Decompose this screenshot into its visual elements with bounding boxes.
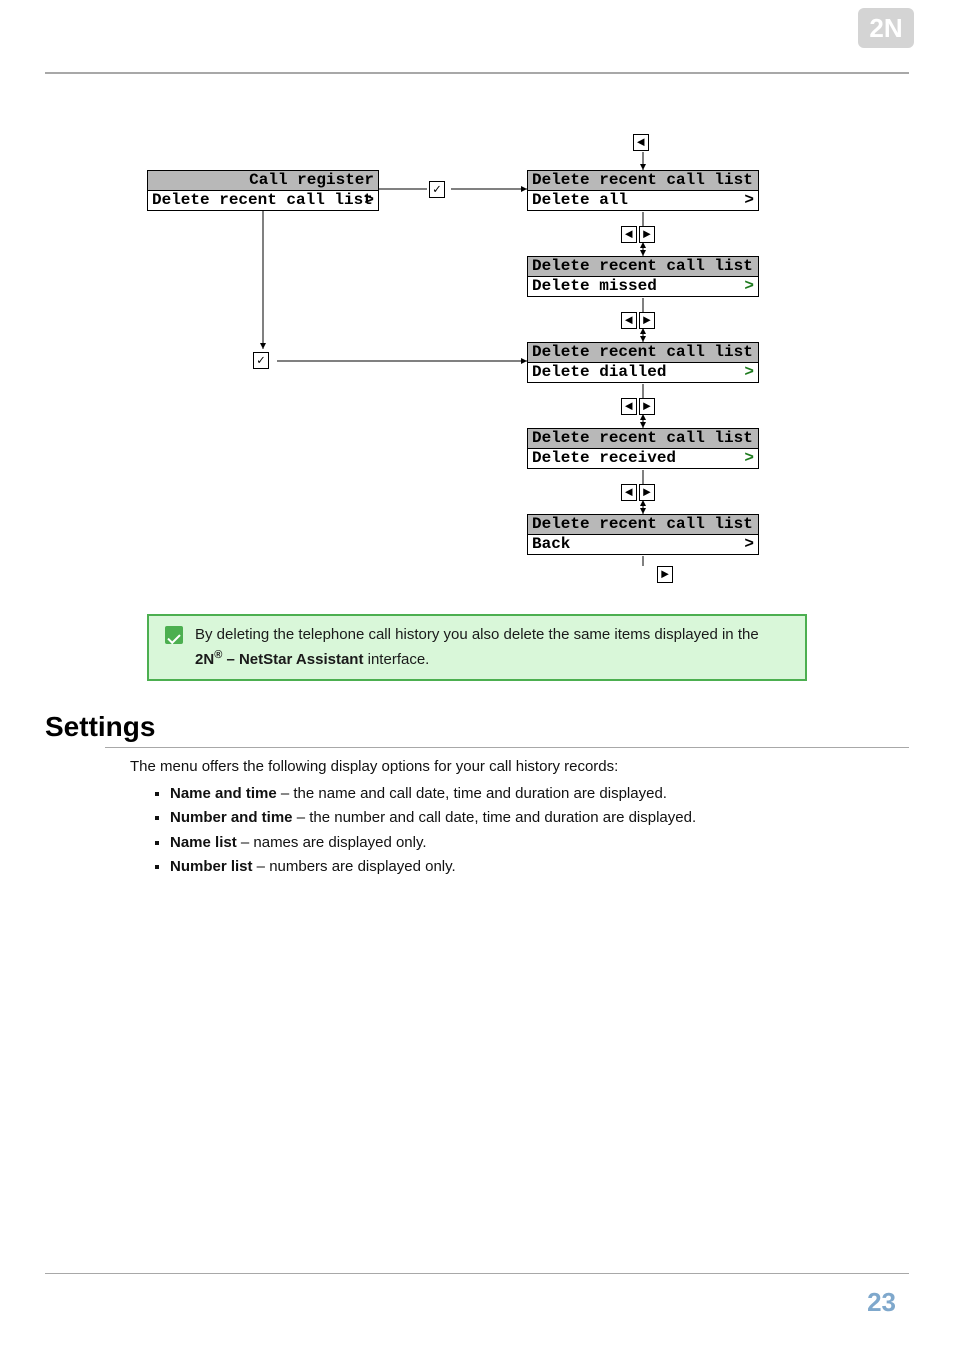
list-item: Name and time – the name and call date, … (170, 783, 909, 806)
svg-text:2N: 2N (869, 13, 902, 43)
check-icon (165, 626, 183, 644)
chevron-right-icon: > (364, 191, 374, 210)
tip-text: By deleting the telephone call history y… (195, 624, 789, 671)
option-desc: – the number and call date, time and dur… (293, 809, 697, 826)
menu-item-label: Back (532, 535, 570, 553)
logo-icon: 2N (858, 8, 914, 48)
option-name: Number and time (170, 809, 293, 826)
delete-recent-call-list-item[interactable]: Delete recent call list > (148, 191, 378, 210)
ok-key-icon: ✓ (253, 352, 269, 369)
tip-prefix: By deleting the telephone call history y… (195, 626, 759, 643)
tip-product: 2N (195, 651, 214, 668)
settings-options-list: Name and time – the name and call date, … (130, 783, 909, 879)
menu-item-label: Delete missed (532, 277, 657, 295)
delete-dialled-menu-box: Delete recent call list Delete dialled > (527, 342, 759, 383)
nav-key-group: ◄ ► (621, 226, 655, 243)
menu-item-label: Delete received (532, 449, 676, 467)
right-key-icon: ► (639, 312, 655, 329)
left-key-icon: ◄ (621, 398, 637, 415)
bottom-rule (45, 1273, 909, 1274)
brand-logo: 2N (858, 8, 914, 48)
menu-title: Delete recent call list (528, 171, 758, 191)
delete-all-item[interactable]: Delete all > (528, 191, 758, 210)
menu-flow-diagram: Call register Delete recent call list > … (147, 134, 807, 584)
menu-title: Delete recent call list (528, 257, 758, 277)
delete-missed-menu-box: Delete recent call list Delete missed > (527, 256, 759, 297)
page: 2N (0, 0, 954, 1350)
right-key-icon: ► (657, 566, 673, 583)
left-key-icon: ◄ (621, 312, 637, 329)
section-rule (105, 747, 909, 748)
option-name: Name list (170, 834, 237, 851)
top-rule (45, 72, 909, 74)
page-number: 23 (867, 1287, 896, 1318)
chevron-right-icon: > (744, 191, 754, 210)
delete-received-menu-box: Delete recent call list Delete received … (527, 428, 759, 469)
settings-heading: Settings (45, 711, 909, 743)
chevron-right-icon: > (744, 277, 754, 296)
back-menu-box: Delete recent call list Back > (527, 514, 759, 555)
option-desc: – names are displayed only. (237, 834, 427, 851)
settings-intro: The menu offers the following display op… (130, 756, 909, 779)
menu-title: Delete recent call list (528, 343, 758, 363)
ok-key-icon: ✓ (429, 181, 445, 198)
call-register-title: Call register (148, 171, 378, 191)
delete-missed-item[interactable]: Delete missed > (528, 277, 758, 296)
chevron-right-icon: > (744, 449, 754, 468)
tip-callout: By deleting the telephone call history y… (147, 614, 807, 681)
option-desc: – the name and call date, time and durat… (277, 785, 667, 802)
settings-body: The menu offers the following display op… (130, 756, 909, 879)
menu-title: Delete recent call list (528, 429, 758, 449)
menu-item-label: Delete all (532, 191, 628, 209)
back-item[interactable]: Back > (528, 535, 758, 554)
list-item: Number and time – the number and call da… (170, 807, 909, 830)
tip-product-suffix: – NetStar Assistant (222, 651, 363, 668)
call-register-menu-box: Call register Delete recent call list > (147, 170, 379, 211)
left-key-icon: ◄ (621, 484, 637, 501)
list-item: Name list – names are displayed only. (170, 832, 909, 855)
delete-received-item[interactable]: Delete received > (528, 449, 758, 468)
menu-item-label: Delete recent call list (152, 191, 373, 209)
menu-title: Delete recent call list (528, 515, 758, 535)
option-name: Name and time (170, 785, 277, 802)
nav-key-group: ◄ ► (621, 484, 655, 501)
left-key-icon: ◄ (633, 134, 649, 151)
nav-key-group: ◄ ► (621, 398, 655, 415)
left-key-icon: ◄ (621, 226, 637, 243)
option-name: Number list (170, 858, 253, 875)
delete-all-menu-box: Delete recent call list Delete all > (527, 170, 759, 211)
option-desc: – numbers are displayed only. (253, 858, 456, 875)
right-key-icon: ► (639, 398, 655, 415)
list-item: Number list – numbers are displayed only… (170, 856, 909, 879)
right-key-icon: ► (639, 226, 655, 243)
chevron-right-icon: > (744, 363, 754, 382)
tip-suffix: interface. (363, 651, 429, 668)
nav-key-group: ◄ ► (621, 312, 655, 329)
delete-dialled-item[interactable]: Delete dialled > (528, 363, 758, 382)
chevron-right-icon: > (744, 535, 754, 554)
right-key-icon: ► (639, 484, 655, 501)
menu-item-label: Delete dialled (532, 363, 666, 381)
